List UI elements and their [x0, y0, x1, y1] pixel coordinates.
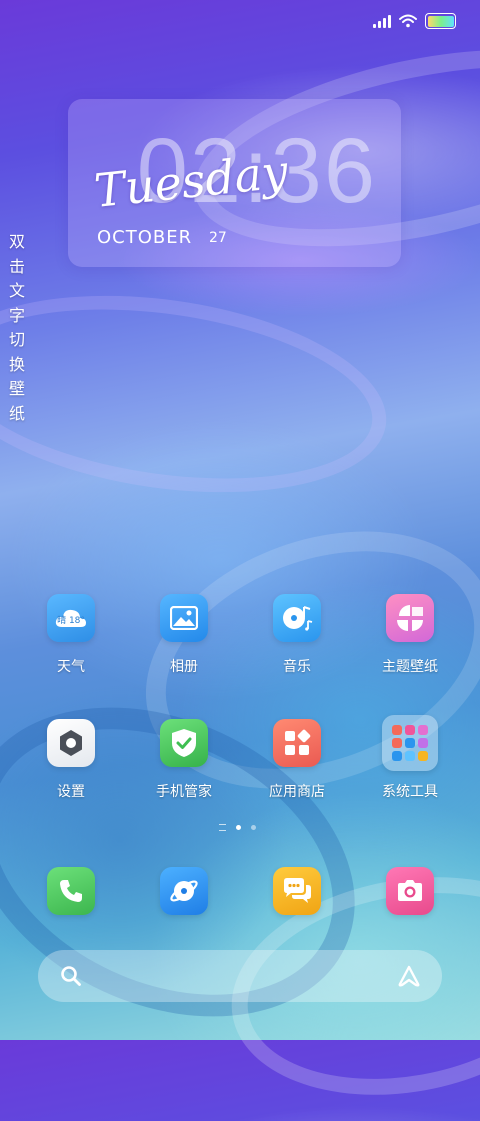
gallery-icon [160, 594, 208, 642]
weather-badge: 晴 18° [57, 615, 85, 626]
clock-widget[interactable]: 02:36 Tuesday OCTOBER 27 [68, 99, 401, 267]
app-music[interactable]: 音乐 [247, 594, 347, 676]
app-theme-wallpaper[interactable]: 主题壁纸 [360, 594, 460, 676]
wallpaper-switch-hint[interactable]: 双击文字切换壁纸 [8, 230, 26, 426]
messages-icon [273, 867, 321, 915]
theme-icon [386, 594, 434, 642]
assistant-icon[interactable] [396, 964, 422, 988]
app-store[interactable]: 应用商店 [247, 719, 347, 801]
battery-icon [425, 13, 456, 29]
app-label: 应用商店 [269, 784, 325, 800]
app-gallery[interactable]: 相册 [134, 594, 234, 676]
folder-icon [382, 715, 438, 771]
cellular-signal-icon [373, 14, 391, 28]
camera-icon [386, 867, 434, 915]
phone-icon [47, 867, 95, 915]
dock-phone[interactable] [21, 867, 121, 915]
status-bar [373, 12, 456, 30]
shield-check-icon [160, 719, 208, 767]
app-label: 设置 [57, 784, 85, 800]
page-dot-active [236, 825, 241, 830]
music-icon [273, 594, 321, 642]
app-weather[interactable]: 晴 18° 天气 [21, 594, 121, 676]
wifi-icon [399, 14, 417, 28]
clock-date: 27 [209, 230, 227, 246]
settings-icon [47, 719, 95, 767]
dock-browser[interactable] [134, 867, 234, 915]
app-label: 系统工具 [382, 784, 438, 800]
app-settings[interactable]: 设置 [21, 719, 121, 801]
menu-icon [219, 824, 226, 831]
app-label: 主题壁纸 [382, 659, 438, 675]
app-label: 天气 [57, 659, 85, 675]
app-security[interactable]: 手机管家 [134, 719, 234, 801]
app-label: 音乐 [283, 659, 311, 675]
search-icon[interactable] [60, 965, 82, 987]
app-label: 手机管家 [156, 784, 212, 800]
page-dot [251, 825, 256, 830]
folder-system-tools[interactable]: 系统工具 [360, 715, 460, 801]
page-indicator[interactable] [219, 824, 256, 831]
browser-icon [160, 867, 208, 915]
dock-messages[interactable] [247, 867, 347, 915]
weather-icon: 晴 18° [47, 594, 95, 642]
search-bar[interactable] [38, 950, 442, 1002]
dock-camera[interactable] [360, 867, 460, 915]
app-store-icon [273, 719, 321, 767]
clock-month: OCTOBER [97, 227, 193, 248]
app-label: 相册 [170, 659, 198, 675]
